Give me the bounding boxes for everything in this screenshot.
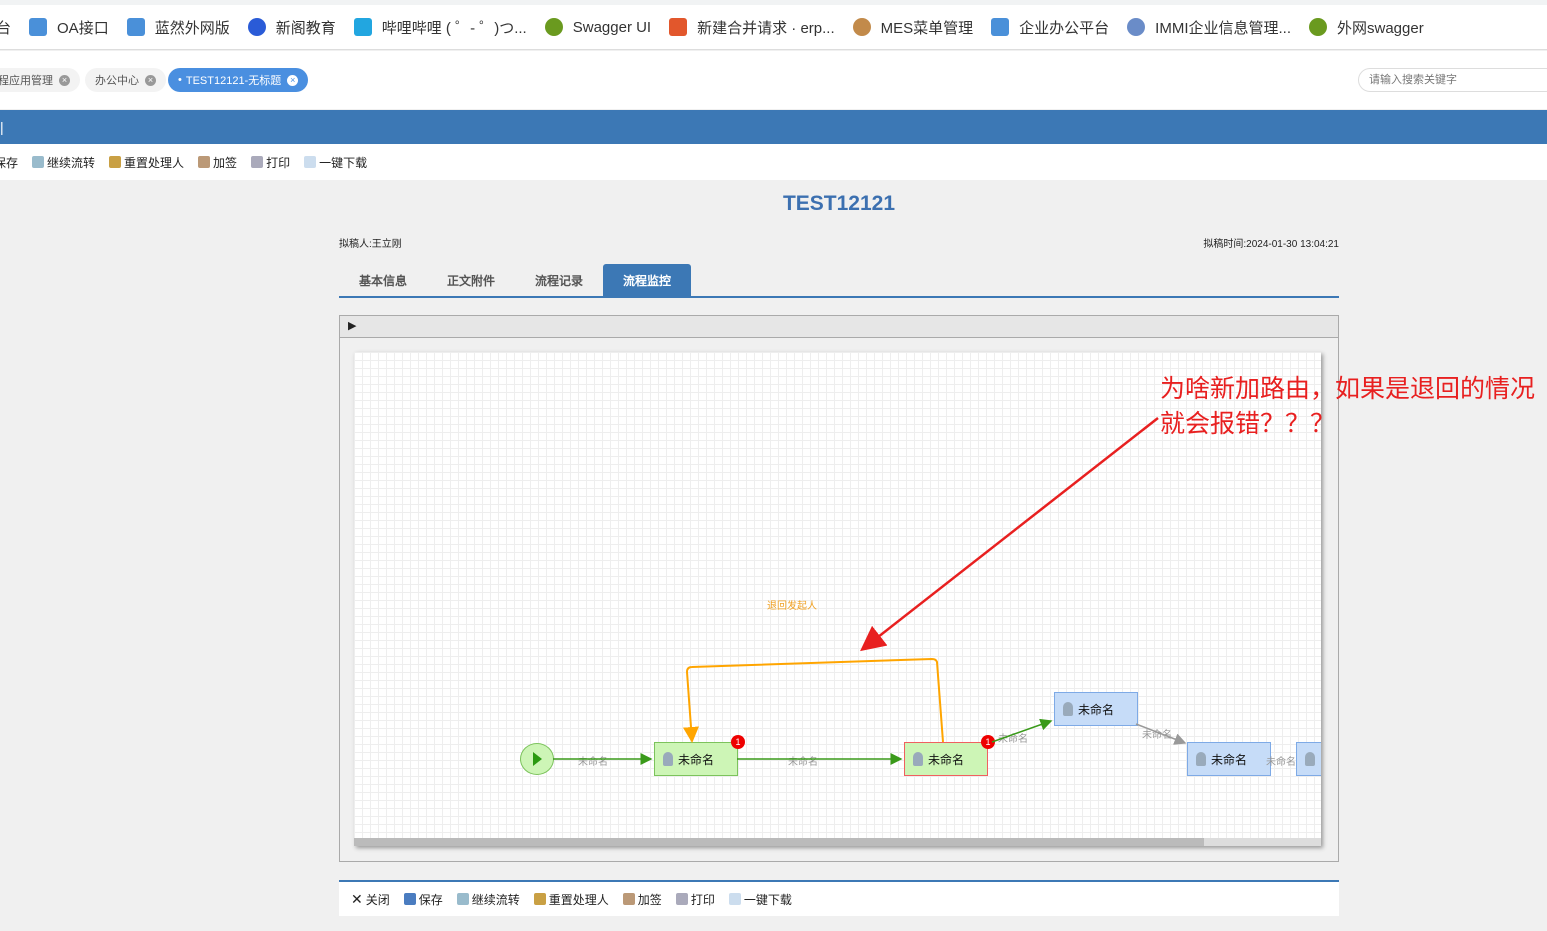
continue-button[interactable]: 继续流转 bbox=[32, 154, 95, 171]
star-icon bbox=[247, 18, 266, 36]
bottom-toolbar: ✕ 关闭 保存 继续流转 重置处理人 加签 打印 一键下载 bbox=[339, 880, 1339, 916]
tab-flow-monitor[interactable]: 流程监控 bbox=[603, 264, 692, 296]
tab-basic-info[interactable]: 基本信息 bbox=[339, 264, 427, 296]
blue-square-icon bbox=[29, 18, 48, 36]
close-button[interactable]: ✕ 关闭 bbox=[351, 891, 390, 908]
user-icon bbox=[1305, 752, 1315, 766]
download-button[interactable]: 一键下载 bbox=[304, 154, 367, 171]
user-add-icon bbox=[622, 893, 635, 905]
continue-icon bbox=[32, 156, 45, 168]
bilibili-icon bbox=[353, 18, 372, 36]
bookmarks-bar: 台 OA接口 蓝然外网版 新阁教育 哔哩哔哩 ( ゜- ゜)つ... Swagg… bbox=[0, 5, 1547, 50]
top-toolbar: 保存 继续流转 重置处理人 加签 打印 一键下载 bbox=[0, 144, 1547, 180]
add-sign-button[interactable]: 加签 bbox=[622, 891, 662, 908]
print-button[interactable]: 打印 bbox=[675, 891, 715, 908]
print-icon bbox=[251, 156, 264, 168]
edge-label: 未命名 bbox=[998, 734, 1028, 745]
page-tab-active[interactable]: • TEST12121-无标题 × bbox=[168, 68, 309, 92]
horizontal-scrollbar[interactable] bbox=[354, 838, 1321, 846]
flow-node[interactable]: 未命名 1 bbox=[654, 735, 745, 776]
search-input[interactable]: 请输入搜索关键字 bbox=[1358, 68, 1547, 92]
users-icon bbox=[109, 156, 122, 168]
bookmark[interactable]: 蓝然外网版 bbox=[126, 17, 230, 38]
reset-handler-button[interactable]: 重置处理人 bbox=[109, 154, 184, 171]
reset-handler-button[interactable]: 重置处理人 bbox=[533, 891, 609, 908]
panel-header: ▶ bbox=[340, 316, 1338, 338]
bookmark[interactable]: 台 bbox=[0, 17, 11, 38]
close-icon[interactable]: × bbox=[145, 74, 156, 86]
return-edge-label: 退回发起人 bbox=[767, 601, 817, 612]
print-icon bbox=[675, 893, 688, 905]
blue-square-icon bbox=[991, 18, 1010, 36]
flow-node[interactable]: 未命名 bbox=[1054, 692, 1138, 726]
add-sign-button[interactable]: 加签 bbox=[198, 154, 237, 171]
edge-label: 未命名 bbox=[578, 757, 608, 768]
bookmark[interactable]: 外网swagger bbox=[1309, 17, 1424, 38]
user-icon bbox=[663, 752, 673, 766]
user-add-icon bbox=[198, 156, 211, 168]
tab-attachments[interactable]: 正文附件 bbox=[427, 264, 515, 296]
continue-icon bbox=[456, 893, 469, 905]
bookmark[interactable]: 哔哩哔哩 ( ゜- ゜)つ... bbox=[353, 17, 527, 38]
flow-node[interactable]: 未命名 1 bbox=[904, 735, 995, 776]
swagger-icon bbox=[1309, 18, 1327, 36]
dot-icon: • bbox=[178, 74, 182, 86]
page-tab-row: 程应用管理 × 办公中心 × • TEST12121-无标题 × bbox=[0, 51, 1547, 109]
tab-flow-record[interactable]: 流程记录 bbox=[515, 264, 603, 296]
page-tab[interactable]: 程应用管理 × bbox=[0, 68, 80, 92]
bookmark[interactable]: 新阁教育 bbox=[247, 17, 336, 38]
drafter: 拟稿人:王立刚 bbox=[339, 239, 402, 250]
globe-icon bbox=[1127, 18, 1146, 36]
count-badge: 1 bbox=[981, 735, 995, 749]
annotation-text: 为啥新加路由，如果是退回的情况就会报错？？？ bbox=[1160, 375, 1536, 438]
page-tab[interactable]: 办公中心 × bbox=[85, 68, 166, 92]
save-icon bbox=[403, 893, 416, 905]
user-icon bbox=[1063, 702, 1073, 716]
draft-time: 拟稿时间:2024-01-30 13:04:21 bbox=[1203, 239, 1339, 250]
play-icon bbox=[533, 752, 542, 766]
bookmark[interactable]: 企业办公平台 bbox=[991, 17, 1109, 38]
download-button[interactable]: 一键下载 bbox=[728, 891, 792, 908]
close-icon: ✕ bbox=[351, 890, 363, 907]
save-button[interactable]: 保存 bbox=[0, 154, 18, 171]
save-button[interactable]: 保存 bbox=[403, 891, 443, 908]
blue-square-icon bbox=[126, 18, 145, 36]
edge-label: 未命名 bbox=[1266, 757, 1296, 768]
user-icon bbox=[1196, 752, 1206, 766]
user-icon bbox=[913, 752, 923, 766]
close-icon[interactable]: × bbox=[287, 74, 299, 86]
download-icon bbox=[728, 893, 741, 905]
bookmark[interactable]: MES菜单管理 bbox=[852, 17, 973, 38]
bookmark[interactable]: IMMI企业信息管理... bbox=[1127, 17, 1291, 38]
count-badge: 1 bbox=[731, 735, 745, 749]
doc-tabs: 基本信息 正文附件 流程记录 流程监控 bbox=[339, 264, 1339, 298]
close-icon[interactable]: × bbox=[59, 74, 70, 86]
bookmark[interactable]: OA接口 bbox=[29, 17, 109, 38]
bookmark[interactable]: Swagger UI bbox=[544, 18, 651, 36]
header-bar: | bbox=[0, 110, 1547, 144]
print-button[interactable]: 打印 bbox=[251, 154, 290, 171]
bookmark[interactable]: 新建合并请求 · erp... bbox=[669, 17, 835, 38]
mes-icon bbox=[852, 18, 871, 36]
flow-node[interactable] bbox=[1296, 742, 1321, 776]
continue-button[interactable]: 继续流转 bbox=[456, 891, 520, 908]
page-title: TEST12121 bbox=[782, 192, 896, 215]
gitlab-icon bbox=[669, 18, 688, 36]
expand-icon[interactable]: ▶ bbox=[348, 319, 356, 332]
flow-node[interactable]: 未命名 bbox=[1187, 742, 1271, 776]
edge-label: 未命名 bbox=[788, 757, 818, 768]
start-node[interactable] bbox=[520, 743, 554, 775]
edge-label: 未命名 bbox=[1142, 730, 1172, 741]
users-icon bbox=[533, 893, 546, 905]
download-icon bbox=[304, 156, 317, 168]
swagger-icon bbox=[544, 18, 563, 36]
